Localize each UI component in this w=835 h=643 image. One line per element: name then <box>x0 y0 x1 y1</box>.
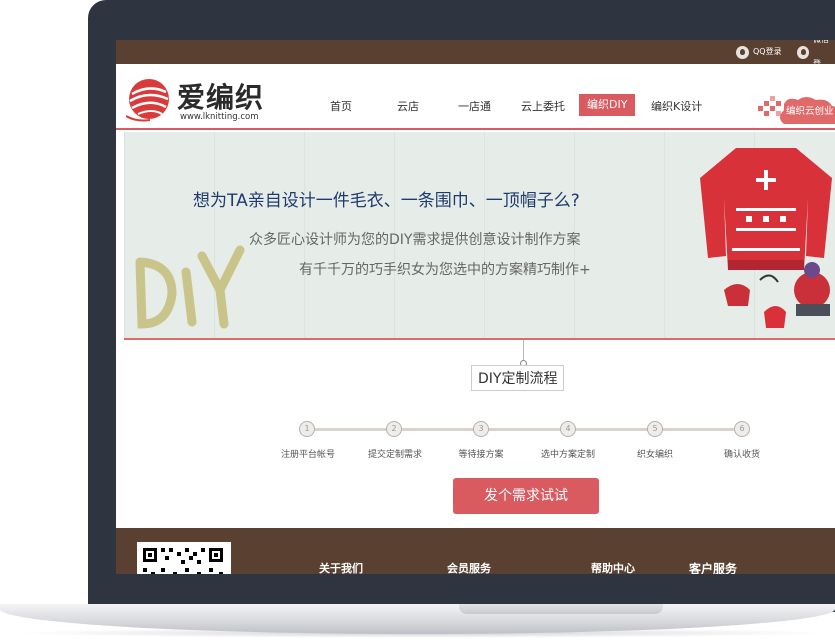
logo-url: www.lknitting.com <box>180 112 259 122</box>
step-6-label: 确认收货 <box>723 450 761 460</box>
diy-yarn-letters-icon <box>135 245 245 329</box>
step-1-circle: 1 <box>299 421 315 437</box>
footer-about-us[interactable]: 关于我们 <box>319 560 363 574</box>
qr-code-icon <box>137 542 231 574</box>
logo-text: 爱编织 <box>177 81 265 114</box>
banner-line-2: 有千千万的巧手织女为您选中的方案精巧制作+ <box>299 262 591 278</box>
site-header: 爱编织 www.lknitting.com 首页 云店 一店通 云上委托 编织D… <box>116 64 835 130</box>
footer-customer-service[interactable]: 客户服务 <box>689 560 737 574</box>
nav-home[interactable]: 首页 <box>330 98 352 116</box>
footer-member-service[interactable]: 会员服务 <box>447 560 491 574</box>
step-5-label: 织女编织 <box>636 450 674 460</box>
yarn-ball-logo-icon <box>126 79 169 122</box>
wechat-icon <box>797 45 809 59</box>
submit-request-button[interactable]: 发个需求试试 <box>453 478 599 514</box>
top-bar: QQ登录 微信登 <box>116 40 835 68</box>
nav-one-store[interactable]: 一店通 <box>458 98 491 116</box>
banner-line-1: 众多匠心设计师为您的DIY需求提供创意设计制作方案 <box>249 232 581 248</box>
site-footer: 关于我们 会员服务 帮助中心 客户服务 <box>116 528 835 574</box>
process-title: DIY定制流程 <box>471 365 565 391</box>
site-logo[interactable]: 爱编织 www.lknitting.com <box>122 72 282 126</box>
banner-title: 想为TA亲自设计一件毛衣、一条围巾、一顶帽子么? <box>193 191 580 211</box>
step-4-label: 选中方案定制 <box>540 450 596 460</box>
process-track <box>306 428 742 431</box>
laptop-notch <box>459 604 663 614</box>
nav-cloud-commission[interactable]: 云上委托 <box>521 98 565 116</box>
step-3-label: 等待接方案 <box>458 450 504 460</box>
cloud-startup-badge[interactable]: 编织云创业 <box>756 96 835 124</box>
nav-cloud-store[interactable]: 云店 <box>397 98 419 116</box>
step-4-circle: 4 <box>560 421 576 437</box>
qq-login-link[interactable]: QQ登录 <box>736 40 782 64</box>
step-2-label: 提交定制需求 <box>367 450 423 460</box>
step-1-label: 注册平台帐号 <box>280 450 336 460</box>
qq-login-label: QQ登录 <box>753 47 782 56</box>
step-5-circle: 5 <box>647 421 663 437</box>
step-3-circle: 3 <box>473 421 489 437</box>
step-2-circle: 2 <box>386 421 402 437</box>
nav-knit-design[interactable]: 编织K设计 <box>651 98 702 116</box>
qq-icon <box>736 45 749 59</box>
footer-help-center[interactable]: 帮助中心 <box>591 560 635 574</box>
nav-knit-diy[interactable]: 编织DIY <box>579 94 636 116</box>
cloud-startup-label: 编织云创业 <box>786 106 834 117</box>
website-screen: QQ登录 微信登 爱编织 www.lknitting.com 首页 云店 一店通… <box>116 40 835 574</box>
diy-banner: 想为TA亲自设计一件毛衣、一条围巾、一顶帽子么? 众多匠心设计师为您的DIY需求… <box>124 132 835 340</box>
step-6-circle: 6 <box>734 421 750 437</box>
knit-accessories-icon <box>724 262 830 328</box>
wechat-login-link[interactable]: 微信登 <box>797 40 835 68</box>
